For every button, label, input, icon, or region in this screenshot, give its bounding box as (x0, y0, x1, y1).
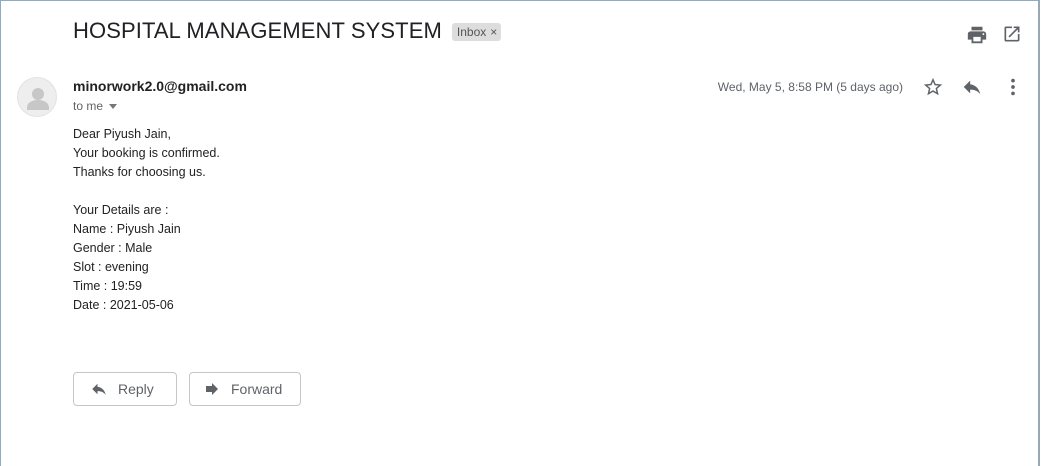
recipient-details-toggle[interactable]: to me (73, 99, 118, 113)
recipient-text: to me (73, 99, 104, 113)
body-line: Thanks for choosing us. (73, 165, 206, 179)
reply-icon[interactable] (961, 76, 983, 98)
label-chip-inbox[interactable]: Inbox × (451, 23, 502, 41)
chevron-down-icon (109, 103, 118, 109)
forward-button[interactable]: Forward (189, 372, 301, 406)
reply-button[interactable]: Reply (73, 372, 177, 406)
body-line: Name : Piyush Jain (73, 222, 181, 236)
body-line: Your booking is confirmed. (73, 146, 220, 160)
email-subject: HOSPITAL MANAGEMENT SYSTEM (73, 18, 442, 43)
forward-icon (206, 383, 218, 395)
body-line: Dear Piyush Jain, (73, 127, 171, 141)
body-line: Your Details are : (73, 203, 169, 217)
body-line: Date : 2021-05-06 (73, 298, 174, 312)
remove-label-button[interactable]: × (490, 26, 497, 38)
email-date: Wed, May 5, 8:58 PM (5 days ago) (717, 80, 903, 94)
email-body: Dear Piyush Jain, Your booking is confir… (73, 125, 220, 315)
sender-email[interactable]: minorwork2.0@gmail.com (73, 78, 247, 94)
subject-row: HOSPITAL MANAGEMENT SYSTEM Inbox × (73, 18, 502, 44)
body-line: Gender : Male (73, 241, 153, 255)
open-in-new-window-icon[interactable] (1002, 24, 1024, 46)
body-line: Slot : evening (73, 260, 149, 274)
body-line (73, 182, 220, 201)
reply-button-label: Reply (118, 381, 154, 397)
star-icon[interactable] (922, 76, 944, 98)
label-chip-text: Inbox (456, 25, 487, 39)
default-avatar-icon[interactable] (17, 77, 57, 117)
reply-icon (92, 383, 106, 395)
body-line: Time : 19:59 (73, 279, 143, 293)
forward-button-label: Forward (231, 381, 283, 397)
print-icon[interactable] (966, 24, 988, 46)
more-vert-icon[interactable] (1002, 76, 1024, 98)
